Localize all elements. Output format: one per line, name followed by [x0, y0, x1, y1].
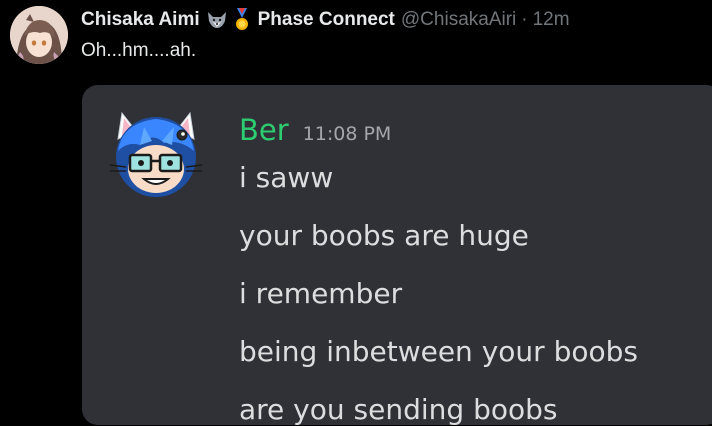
discord-message-header: Ber 11:08 PM — [239, 113, 391, 147]
tweet-header: Chisaka Aimi Phase Connect @ChisakaAiri … — [81, 6, 570, 34]
tweet-timestamp[interactable]: 12m — [533, 9, 570, 31]
user-handle[interactable]: @ChisakaAiri — [401, 9, 516, 31]
discord-message: are you sending boobs — [239, 393, 558, 425]
discord-avatar — [104, 105, 208, 201]
discord-username: Ber — [239, 113, 289, 147]
discord-message: i saww — [239, 161, 334, 194]
tweet-media-image[interactable]: Ber 11:08 PM i saww your boobs are huge … — [82, 85, 712, 425]
avatar-image — [10, 6, 68, 64]
affiliation-label[interactable]: Phase Connect — [258, 9, 395, 31]
discord-message: being inbetween your boobs — [239, 335, 638, 368]
wolf-emoji-icon — [206, 10, 228, 30]
separator-dot: · — [521, 9, 528, 30]
discord-message: your boobs are huge — [239, 219, 529, 252]
tweet-text: Oh...hm....ah. — [81, 40, 197, 61]
discord-message: i remember — [239, 277, 403, 310]
avatar[interactable] — [10, 6, 68, 64]
tweet[interactable]: Chisaka Aimi Phase Connect @ChisakaAiri … — [0, 0, 712, 426]
display-name[interactable]: Chisaka Aimi — [81, 9, 200, 31]
discord-timestamp: 11:08 PM — [302, 123, 392, 145]
medal-icon — [234, 8, 250, 32]
